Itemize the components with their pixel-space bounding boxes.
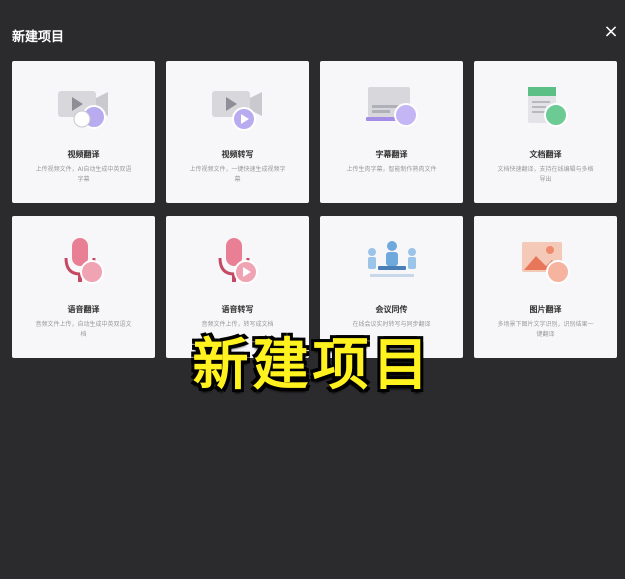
document-translate-icon — [474, 81, 617, 133]
close-button[interactable]: × — [601, 22, 621, 42]
card-title: 会议同传 — [375, 305, 408, 314]
project-type-grid: 视频翻译 上传视频文件，AI自动生成中英双语字幕 视频转写 上传视频文件，一键快… — [12, 61, 618, 358]
card-image-translate[interactable]: 图片翻译 多场景下图片文字识别，识别结果一键翻译 — [474, 216, 617, 358]
image-translate-icon — [474, 236, 617, 288]
card-audio-translate[interactable]: 语音翻译 音频文件上传，自动生成中英双语文档 — [12, 216, 155, 358]
video-transcribe-icon — [166, 81, 309, 133]
card-title: 字幕翻译 — [375, 150, 408, 159]
audio-transcribe-icon — [166, 236, 309, 288]
card-description: 上传视频文件，AI自动生成中英双语字幕 — [35, 166, 132, 183]
card-description: 文档快速翻译，支持在线编辑与多格导出 — [497, 166, 594, 183]
subtitle-translate-icon — [320, 81, 463, 133]
card-description: 音频文件上传，自动生成中英双语文档 — [35, 321, 132, 338]
card-title: 图片翻译 — [529, 305, 562, 314]
card-title: 语音转写 — [221, 305, 254, 314]
dialog-title: 新建项目 — [12, 30, 65, 45]
card-description: 在线会议实时转写与同步翻译 — [352, 321, 431, 328]
meeting-interpret-icon — [320, 236, 463, 288]
card-audio-transcribe[interactable]: 语音转写 音频文件上传，转写成文档 — [166, 216, 309, 358]
card-description: 多场景下图片文字识别，识别结果一键翻译 — [497, 321, 594, 338]
card-description: 上传生肉字幕，智能制作熟肉文件 — [346, 166, 437, 173]
card-title: 视频转写 — [221, 150, 254, 159]
card-video-transcribe[interactable]: 视频转写 上传视频文件，一键快速生成视频字幕 — [166, 61, 309, 203]
card-meeting-interpret[interactable]: 会议同传 在线会议实时转写与同步翻译 — [320, 216, 463, 358]
card-subtitle-translate[interactable]: 字幕翻译 上传生肉字幕，智能制作熟肉文件 — [320, 61, 463, 203]
card-title: 语音翻译 — [67, 305, 100, 314]
card-description: 音频文件上传，转写成文档 — [201, 321, 274, 328]
card-description: 上传视频文件，一键快速生成视频字幕 — [189, 166, 286, 183]
card-title: 视频翻译 — [67, 150, 100, 159]
card-title: 文档翻译 — [529, 150, 562, 159]
card-document-translate[interactable]: 文档翻译 文档快速翻译，支持在线编辑与多格导出 — [474, 61, 617, 203]
video-translate-icon — [12, 81, 155, 133]
card-video-translate[interactable]: 视频翻译 上传视频文件，AI自动生成中英双语字幕 — [12, 61, 155, 203]
audio-translate-icon — [12, 236, 155, 288]
